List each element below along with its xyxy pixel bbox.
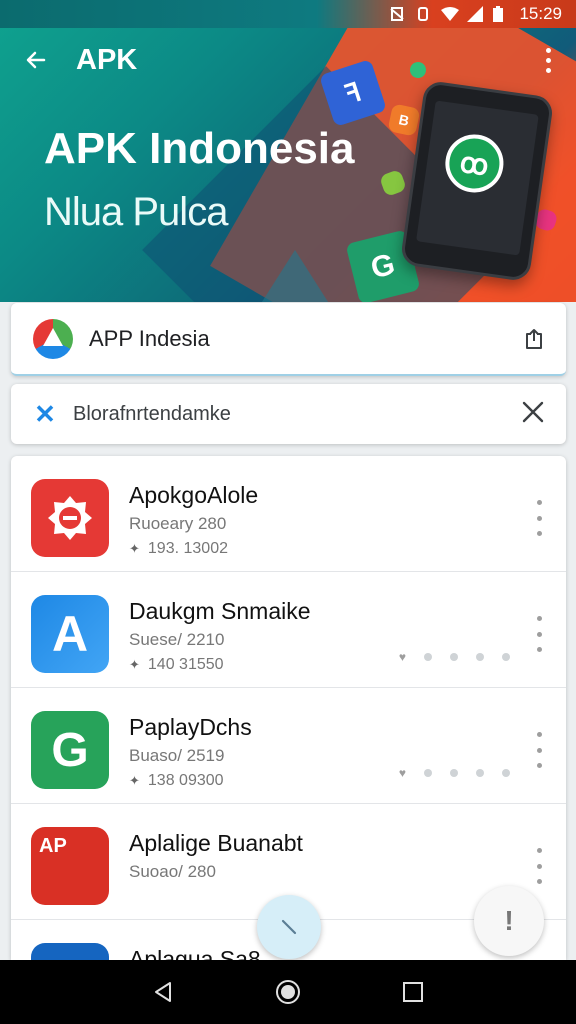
app-bar-title: APK (76, 43, 138, 76)
clear-search-button[interactable] (522, 399, 544, 429)
slash-icon (281, 919, 297, 935)
status-bar: 15:29 (0, 0, 576, 28)
app-bar: APK (0, 40, 576, 80)
status-time: 15:29 (519, 4, 562, 23)
nav-recents-button[interactable] (393, 972, 433, 1012)
app-header-title: APP Indesia (89, 325, 210, 351)
list-item[interactable]: G PaplayDchs Buaso/ 2519 ✦ 138 09300 ♥ (11, 688, 566, 804)
app-stat: ✦ 193. 13002 (129, 540, 228, 558)
nav-back-button[interactable] (143, 972, 183, 1012)
app-list: ApokgoAlole Ruoeary 280 ✦ 193. 13002 A Da… (11, 456, 566, 960)
heart-icon: ♥ (398, 766, 406, 780)
download-icon: ✦ (129, 541, 140, 556)
app-stat-value: 138 09300 (147, 772, 224, 789)
app-logo-icon (33, 318, 73, 359)
list-item[interactable]: A Daukgm Snmaike Suese/ 2210 ✦ 140 31550 … (11, 572, 566, 688)
vibrate-icon (415, 6, 431, 22)
nav-home-button[interactable] (268, 972, 308, 1012)
app-meta: Suoao/ 280 (129, 862, 216, 881)
hero-title: APK Indonesia (44, 124, 355, 173)
app-icon (31, 479, 109, 557)
more-vert-icon[interactable] (536, 40, 560, 80)
item-more-icon[interactable] (534, 616, 544, 652)
app-meta: Suese/ 2210 (129, 630, 225, 649)
close-icon (522, 401, 544, 423)
fab-center-button[interactable] (257, 895, 321, 959)
page-indicator: ♥ (399, 766, 510, 780)
download-icon: ✦ (129, 657, 140, 672)
system-nav-bar (0, 960, 576, 1024)
app-meta: Buaso/ 2519 (129, 746, 225, 765)
item-more-icon[interactable] (534, 732, 544, 768)
close-blue-icon[interactable]: ✕ (33, 399, 57, 430)
heart-icon: ♥ (398, 650, 406, 664)
back-button[interactable] (16, 40, 56, 80)
arrow-left-icon (26, 51, 46, 69)
app-stat-value: 193. 13002 (147, 540, 228, 557)
app-name: Aplalige Buanabt (129, 830, 303, 856)
app-icon: A (31, 595, 109, 673)
fab-alert-button[interactable]: ! (474, 886, 544, 956)
share-icon[interactable] (522, 327, 546, 351)
exclamation-icon: ! (504, 905, 514, 936)
nav-back-icon (154, 982, 171, 1002)
app-icon: AP (31, 827, 109, 905)
wifi-icon (441, 6, 460, 22)
signal-icon (467, 6, 484, 22)
app-stat: ✦ 138 09300 (129, 772, 224, 790)
phone-illustration: ꝏ (399, 79, 555, 283)
app-icon: G (31, 711, 109, 789)
nav-home-icon (275, 980, 300, 1004)
app-name: Aplagua Sa8 (129, 946, 261, 960)
search-bar[interactable]: ✕ Blorafnrtendamke (11, 384, 566, 444)
hero-subtitle: Nlua Pulca (44, 190, 228, 234)
app-stat: ✦ 140 31550 (129, 656, 224, 674)
app-stat-value: 140 31550 (147, 656, 224, 673)
download-icon: ✦ (129, 773, 140, 788)
search-input[interactable]: Blorafnrtendamke (73, 403, 231, 426)
app-meta: Ruoeary 280 (129, 514, 227, 533)
item-more-icon[interactable] (534, 500, 544, 536)
app-name: ApokgoAlole (129, 482, 259, 508)
nfc-icon (389, 6, 405, 22)
page-indicator: ♥ (399, 650, 510, 664)
nav-recents-icon (403, 982, 424, 1002)
app-name: Daukgm Snmaike (129, 598, 311, 624)
app-icon: G (31, 943, 109, 960)
app-header-card[interactable]: APP Indesia (11, 303, 566, 376)
hero-shape (260, 250, 330, 302)
item-more-icon[interactable] (534, 848, 544, 884)
battery-icon (493, 6, 509, 22)
list-item[interactable]: ApokgoAlole Ruoeary 280 ✦ 193. 13002 (11, 456, 566, 572)
app-name: PaplayDchs (129, 714, 252, 740)
